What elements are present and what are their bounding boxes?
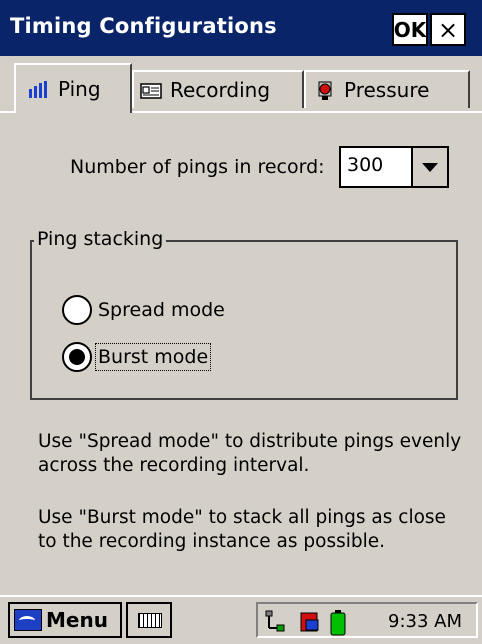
spread-mode-help: Use "Spread mode" to distribute pings ev… bbox=[38, 431, 462, 476]
tab-recording-label: Recording bbox=[170, 78, 271, 102]
dropdown-arrow-icon[interactable] bbox=[411, 148, 447, 186]
tab-pressure[interactable]: Pressure bbox=[304, 70, 470, 108]
pings-in-record-value: 300 bbox=[347, 154, 384, 176]
pressure-icon bbox=[314, 81, 336, 100]
menu-label: Menu bbox=[46, 608, 108, 632]
burst-mode-help: Use "Burst mode" to stack all pings as c… bbox=[38, 507, 446, 552]
spread-mode-label: Spread mode bbox=[98, 299, 225, 321]
pings-in-record-label: Number of pings in record: bbox=[70, 156, 325, 178]
sync-alert-icon[interactable] bbox=[298, 610, 320, 634]
radio-checked-icon[interactable] bbox=[62, 342, 92, 372]
pings-in-record-select[interactable]: 300 bbox=[339, 146, 449, 188]
ok-button[interactable]: OK bbox=[392, 13, 428, 46]
clock[interactable]: 9:33 AM bbox=[388, 611, 462, 632]
tab-ping[interactable]: Ping bbox=[14, 63, 132, 113]
keyboard-button[interactable] bbox=[126, 602, 172, 638]
battery-icon[interactable] bbox=[330, 610, 352, 636]
tab-pressure-label: Pressure bbox=[344, 78, 430, 102]
tab-ping-label: Ping bbox=[58, 77, 101, 101]
title-bar: Timing Configurations OK × bbox=[0, 0, 482, 56]
close-button[interactable]: × bbox=[430, 13, 466, 46]
tab-recording[interactable]: Recording bbox=[132, 70, 304, 108]
radio-unchecked-icon[interactable] bbox=[62, 295, 92, 325]
windows-logo-icon bbox=[14, 609, 42, 631]
network-icon[interactable] bbox=[264, 610, 286, 634]
recording-icon bbox=[140, 81, 162, 99]
start-menu-button[interactable]: Menu bbox=[8, 602, 122, 638]
keyboard-icon bbox=[138, 613, 162, 628]
window-title: Timing Configurations bbox=[10, 14, 277, 38]
taskbar: Menu 9:33 AM bbox=[0, 595, 482, 644]
ping-stacking-title: Ping stacking bbox=[34, 228, 167, 250]
system-tray: 9:33 AM bbox=[256, 602, 478, 638]
spread-mode-radio[interactable]: Spread mode bbox=[62, 295, 225, 325]
signal-bars-icon bbox=[28, 80, 50, 98]
burst-mode-label: Burst mode bbox=[94, 343, 212, 371]
burst-mode-radio[interactable]: Burst mode bbox=[62, 342, 212, 372]
